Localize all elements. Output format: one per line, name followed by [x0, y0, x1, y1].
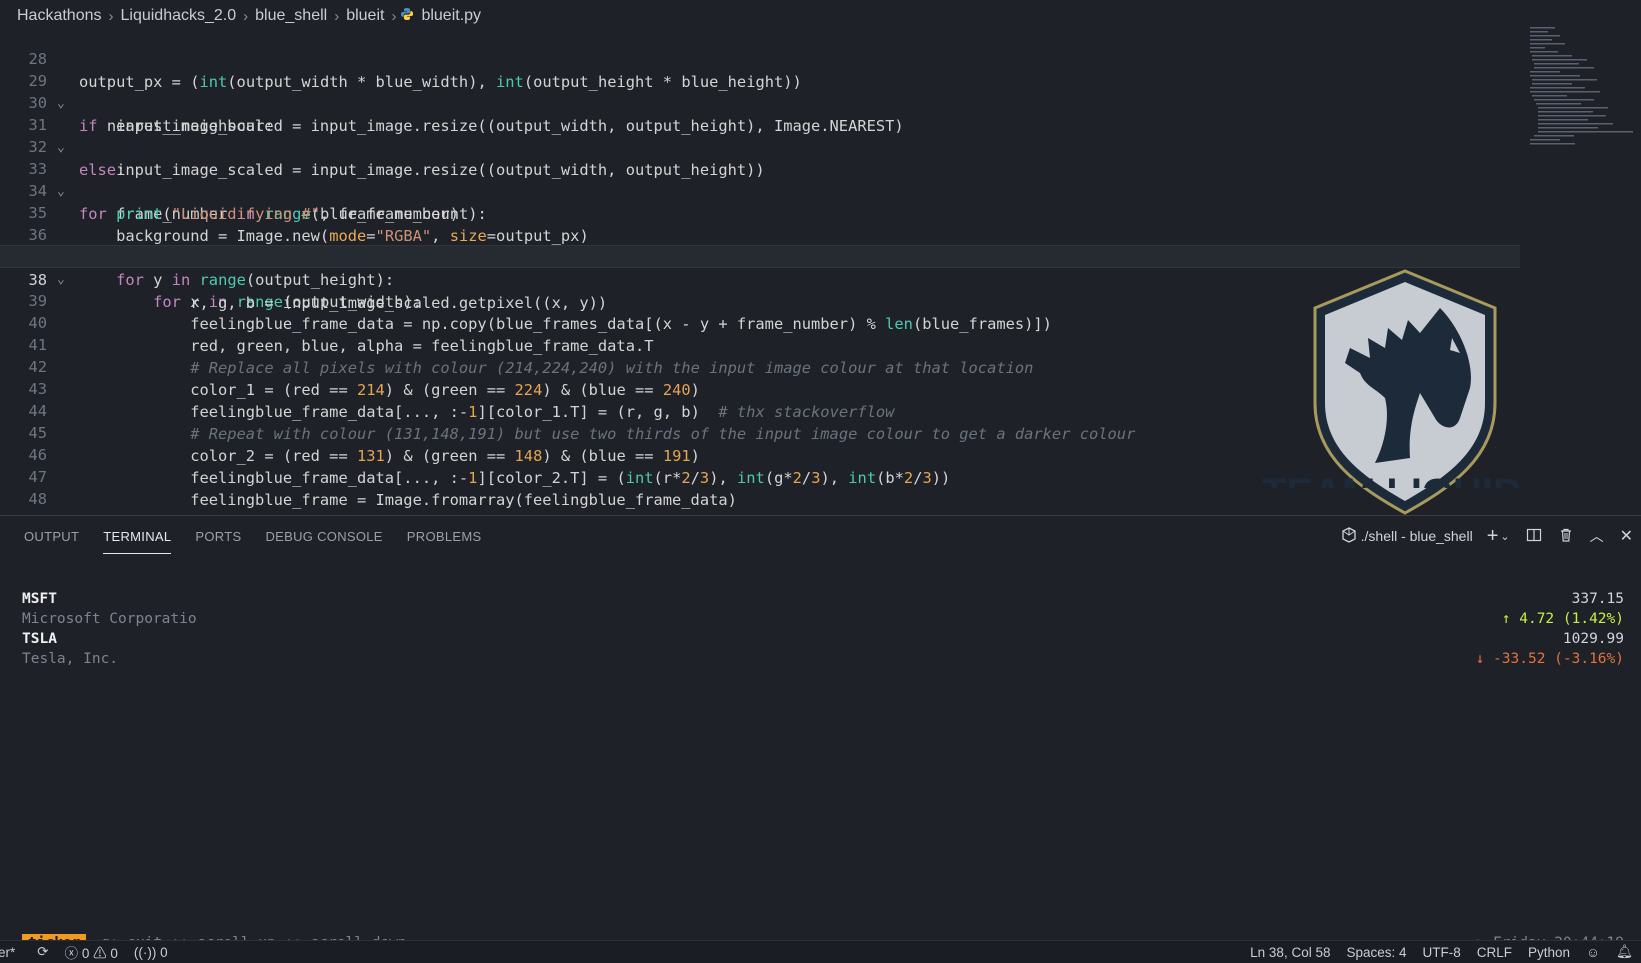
breadcrumb-item[interactable]: blueit — [343, 7, 387, 25]
status-bar: er* ⟳ ⓧ 0 ⚠ 0 ((·)) 0 Ln 38, Col 58 Spac… — [0, 940, 1641, 963]
code-line[interactable]: 32 input_image_scaled = input_image.resi… — [0, 113, 1520, 179]
team-liquid-logo: TEAM LIQUID — [1262, 268, 1522, 518]
tab-output[interactable]: OUTPUT — [24, 519, 79, 554]
warning-count: 0 — [110, 946, 118, 961]
code-line[interactable]: 28 output_px = (int(output_width * blue_… — [0, 25, 1520, 91]
close-panel-icon[interactable]: ✕ — [1620, 526, 1633, 546]
problems-status[interactable]: ⓧ 0 ⚠ 0 — [65, 942, 118, 962]
tab-terminal[interactable]: TERMINAL — [103, 519, 172, 554]
code-line[interactable]: 30 input_image_scaled = input_image.resi… — [0, 69, 1520, 135]
code-line[interactable]: 35 background = Image.new(mode="RGBA", s… — [0, 179, 1520, 245]
code-line[interactable]: 29 ⌄ if nearest_neighbour: — [0, 47, 1520, 136]
ports-count: 0 — [160, 944, 168, 960]
stock-row: TSLA 1029.99 — [22, 629, 1624, 649]
logo-wordmark: TEAM LIQUID — [1262, 464, 1522, 488]
code-line[interactable]: 36 ⌄ for y in range(output_height): — [0, 201, 1520, 290]
status-right: Ln 38, Col 58 Spaces: 4 UTF-8 CRLF Pytho… — [1242, 941, 1641, 963]
stock-row: Microsoft Corporatio ↑ 4.72 (1.42%) — [22, 609, 1624, 629]
code-line[interactable]: 37 ⌄ for x in range(output_width): — [0, 223, 1520, 312]
cursor-position[interactable]: Ln 38, Col 58 — [1250, 945, 1330, 960]
warning-icon: ⚠ — [93, 946, 107, 961]
code-line[interactable]: 31 ⌄ else: — [0, 91, 1520, 180]
sync-icon[interactable]: ⟳ — [37, 944, 48, 960]
stock-name: Tesla, Inc. — [22, 651, 119, 667]
maximize-panel-chevron-up-icon[interactable]: ︿ — [1590, 526, 1604, 546]
terminal-shell-icon — [1341, 526, 1357, 546]
line-ending[interactable]: CRLF — [1477, 945, 1512, 960]
bell-icon[interactable]: 🔔︎ — [1616, 944, 1633, 960]
terminal-output[interactable]: MSFT 337.15 Microsoft Corporatio ↑ 4.72 … — [0, 556, 1641, 952]
breadcrumb-item[interactable]: Liquidhacks_2.0 — [118, 7, 240, 25]
split-terminal-icon[interactable] — [1526, 527, 1542, 546]
chevron-right-icon: › — [243, 7, 249, 25]
minimap[interactable] — [1520, 25, 1640, 165]
stock-change: ↑ 4.72 (1.42%) — [1501, 611, 1624, 627]
error-count: 0 — [81, 946, 90, 961]
code-line[interactable]: 34 print("Liquidifying #", frame_number) — [0, 157, 1520, 223]
tab-ports[interactable]: PORTS — [195, 519, 241, 554]
stock-change: ↓ -33.52 (-3.16%) — [1475, 651, 1624, 667]
panel-actions: ./shell - blue_shell + ⌄ ︿ ✕ — [1333, 516, 1641, 556]
stock-row: MSFT 337.15 — [22, 589, 1624, 609]
breadcrumb-item[interactable]: Hackathons — [14, 7, 105, 25]
stock-price: 337.15 — [1571, 591, 1624, 607]
code-line[interactable]: 33 ⌄ for frame_number in range(blue_fram… — [0, 135, 1520, 224]
panel-tabs: OUTPUT TERMINAL PORTS DEBUG CONSOLE PROB… — [0, 516, 481, 556]
stock-row: Tesla, Inc. ↓ -33.52 (-3.16%) — [22, 649, 1624, 669]
ports-status[interactable]: ((·)) 0 — [134, 945, 168, 960]
feedback-icon[interactable]: ☺ — [1586, 945, 1600, 960]
python-file-icon — [400, 7, 414, 26]
stock-symbol: TSLA — [22, 631, 57, 647]
chevron-right-icon: › — [391, 7, 397, 25]
chevron-down-icon[interactable]: ⌄ — [1500, 530, 1509, 543]
stock-price: 1029.99 — [1562, 631, 1624, 647]
terminal-shell-label[interactable]: ./shell - blue_shell — [1361, 528, 1473, 544]
encoding[interactable]: UTF-8 — [1423, 945, 1461, 960]
stock-symbol: MSFT — [22, 591, 57, 607]
tab-problems[interactable]: PROBLEMS — [407, 519, 482, 554]
error-icon: ⓧ — [64, 946, 79, 961]
chevron-right-icon: › — [108, 7, 114, 25]
status-left-fragment[interactable]: er* — [0, 945, 15, 960]
chevron-right-icon: › — [334, 7, 340, 25]
indentation[interactable]: Spaces: 4 — [1346, 945, 1406, 960]
code-line-current[interactable]: 38 r, g, b = input_image_scaled.getpixel… — [0, 245, 1520, 312]
bottom-panel: OUTPUT TERMINAL PORTS DEBUG CONSOLE PROB… — [0, 515, 1641, 952]
broadcast-icon: ((·)) — [133, 944, 157, 960]
trash-icon[interactable] — [1558, 527, 1574, 546]
language-mode[interactable]: Python — [1528, 945, 1570, 960]
tab-debug-console[interactable]: DEBUG CONSOLE — [265, 519, 382, 554]
stock-name: Microsoft Corporatio — [22, 611, 197, 627]
breadcrumb-item[interactable]: blue_shell — [252, 7, 330, 25]
breadcrumb-file[interactable]: blueit.py — [418, 7, 484, 25]
new-terminal-plus-icon[interactable]: + — [1487, 525, 1499, 548]
